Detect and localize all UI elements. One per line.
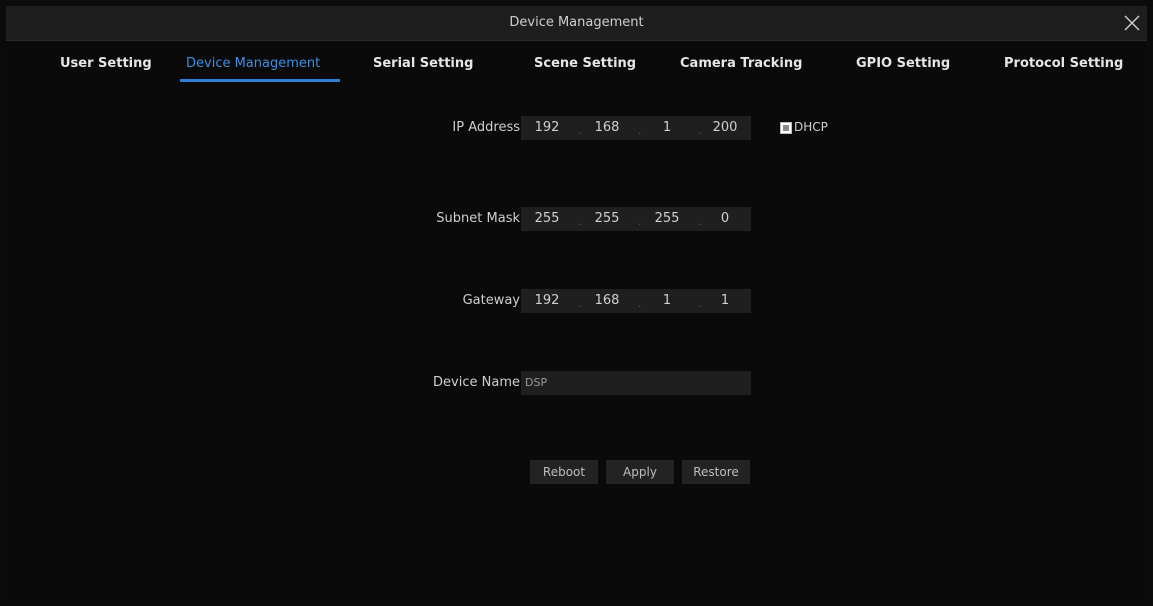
subnet-mask-label: Subnet Mask — [436, 211, 520, 226]
device-management-window: Device Management User Setting Device Ma… — [6, 6, 1147, 604]
tab-protocol-setting[interactable]: Protocol Setting — [1004, 56, 1123, 71]
device-name-input[interactable]: DSP — [521, 371, 751, 395]
checkbox-mark — [783, 125, 789, 131]
octet-separator: . — [638, 297, 642, 310]
ip-address-field: 192 . 168 . 1 . 200 — [521, 116, 751, 140]
ip-address-label: IP Address — [452, 120, 520, 135]
tab-gpio-setting[interactable]: GPIO Setting — [856, 56, 950, 71]
gateway-octet-1[interactable]: 192 — [523, 289, 571, 313]
dhcp-checkbox[interactable] — [780, 122, 792, 134]
close-icon[interactable] — [1123, 14, 1141, 32]
window-title: Device Management — [509, 15, 644, 30]
ip-octet-4[interactable]: 200 — [701, 116, 749, 140]
octet-separator: . — [578, 215, 582, 228]
restore-button[interactable]: Restore — [682, 460, 750, 484]
subnet-mask-field: 255 . 255 . 255 . 0 — [521, 207, 751, 231]
octet-separator: . — [638, 215, 642, 228]
reboot-button[interactable]: Reboot — [530, 460, 598, 484]
tab-scene-setting[interactable]: Scene Setting — [534, 56, 636, 71]
subnet-octet-3[interactable]: 255 — [643, 207, 691, 231]
gateway-octet-4[interactable]: 1 — [701, 289, 749, 313]
active-tab-indicator — [180, 79, 340, 82]
subnet-octet-2[interactable]: 255 — [583, 207, 631, 231]
subnet-octet-1[interactable]: 255 — [523, 207, 571, 231]
tab-serial-setting[interactable]: Serial Setting — [373, 56, 473, 71]
dhcp-label: DHCP — [794, 120, 828, 134]
tab-bar: User Setting Device Management Serial Se… — [6, 46, 1147, 86]
octet-separator: . — [578, 297, 582, 310]
octet-separator: . — [578, 124, 582, 137]
gateway-label: Gateway — [462, 293, 520, 308]
tab-camera-tracking[interactable]: Camera Tracking — [680, 56, 802, 71]
tab-user-setting[interactable]: User Setting — [60, 56, 152, 71]
ip-octet-3[interactable]: 1 — [643, 116, 691, 140]
gateway-field: 192 . 168 . 1 . 1 — [521, 289, 751, 313]
tab-device-management[interactable]: Device Management — [186, 56, 320, 71]
gateway-octet-3[interactable]: 1 — [643, 289, 691, 313]
gateway-octet-2[interactable]: 168 — [583, 289, 631, 313]
ip-octet-2[interactable]: 168 — [583, 116, 631, 140]
subnet-octet-4[interactable]: 0 — [701, 207, 749, 231]
device-name-label: Device Name — [433, 375, 520, 390]
apply-button[interactable]: Apply — [606, 460, 674, 484]
ip-octet-1[interactable]: 192 — [523, 116, 571, 140]
title-bar: Device Management — [6, 6, 1147, 41]
octet-separator: . — [638, 124, 642, 137]
